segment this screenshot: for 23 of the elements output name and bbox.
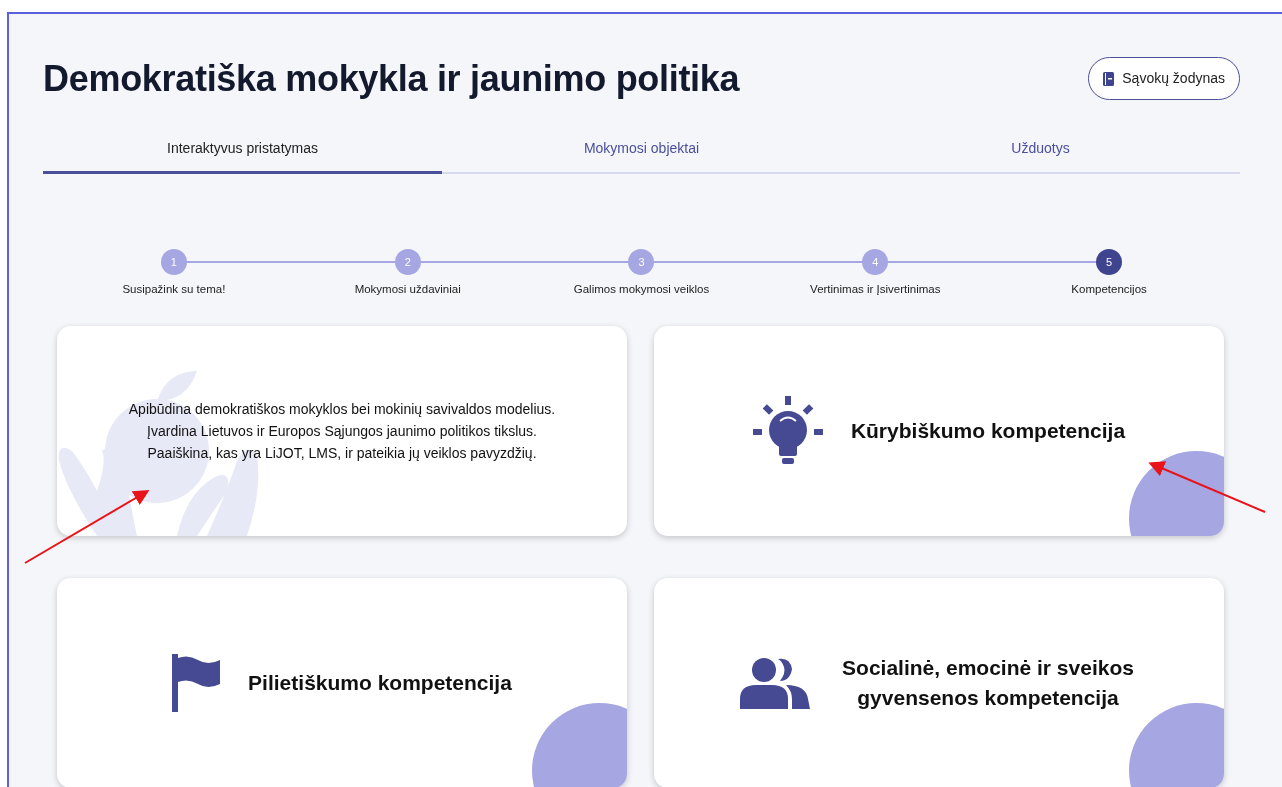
card-title: Kūrybiškumo kompetencija <box>850 418 1126 445</box>
page-title: Demokratiška mokykla ir jaunimo politika <box>43 57 740 101</box>
competency-card[interactable]: Apibūdina demokratiškos mokyklos bei mokinių savivaldos modelius. Įvardina Lietuvos ir Europos Sąjungos jaunimo politikos tikslus. Paaiškina, kas yra LiJOT, LMS, ir pateikia jų veiklos pavyzdžių. <box>57 326 627 537</box>
step-label: Susipažink su tema! <box>122 282 226 298</box>
lightbulb-icon <box>752 396 823 467</box>
step-label: Mokymosi uždaviniai <box>354 282 461 298</box>
tab[interactable]: Interaktyvus pristatymas <box>43 128 442 175</box>
glossary-button[interactable]: Sąvokų žodynas <box>1088 57 1240 101</box>
card-title: Pilietiškumo kompetencija <box>248 670 512 697</box>
people-icon <box>740 657 810 710</box>
step-label: Kompetencijos <box>1071 282 1147 298</box>
card-title: Socialinė, emocinė ir sveikos gyvensenos kompetencija <box>841 655 1135 712</box>
competency-card[interactable]: Pilietiškumo kompetencija <box>57 578 627 787</box>
book-icon <box>1103 71 1115 86</box>
step-label: Galimos mokymosi veiklos <box>573 282 710 298</box>
competency-card[interactable]: Kūrybiškumo kompetencija <box>654 326 1224 537</box>
tab[interactable]: Mokymosi objektai <box>442 128 841 175</box>
competency-card[interactable]: Socialinė, emocinė ir sveikos gyvensenos kompetencija <box>654 578 1224 787</box>
step-label: Vertinimas ir Įsivertinimas <box>810 282 941 298</box>
flag-icon <box>172 654 221 713</box>
tab[interactable]: Užduotys <box>841 128 1240 175</box>
step-circle[interactable]: 5 <box>1096 249 1123 276</box>
description-text: Apibūdina demokratiškos mokyklos bei mokinių savivaldos modelius. Įvardina Lietuvos ir Europos Sąjungos jaunimo politikos tikslus. Paaiškina, kas yra LiJOT, LMS, ir pateikia jų veiklos pavyzdžių. <box>127 400 557 464</box>
